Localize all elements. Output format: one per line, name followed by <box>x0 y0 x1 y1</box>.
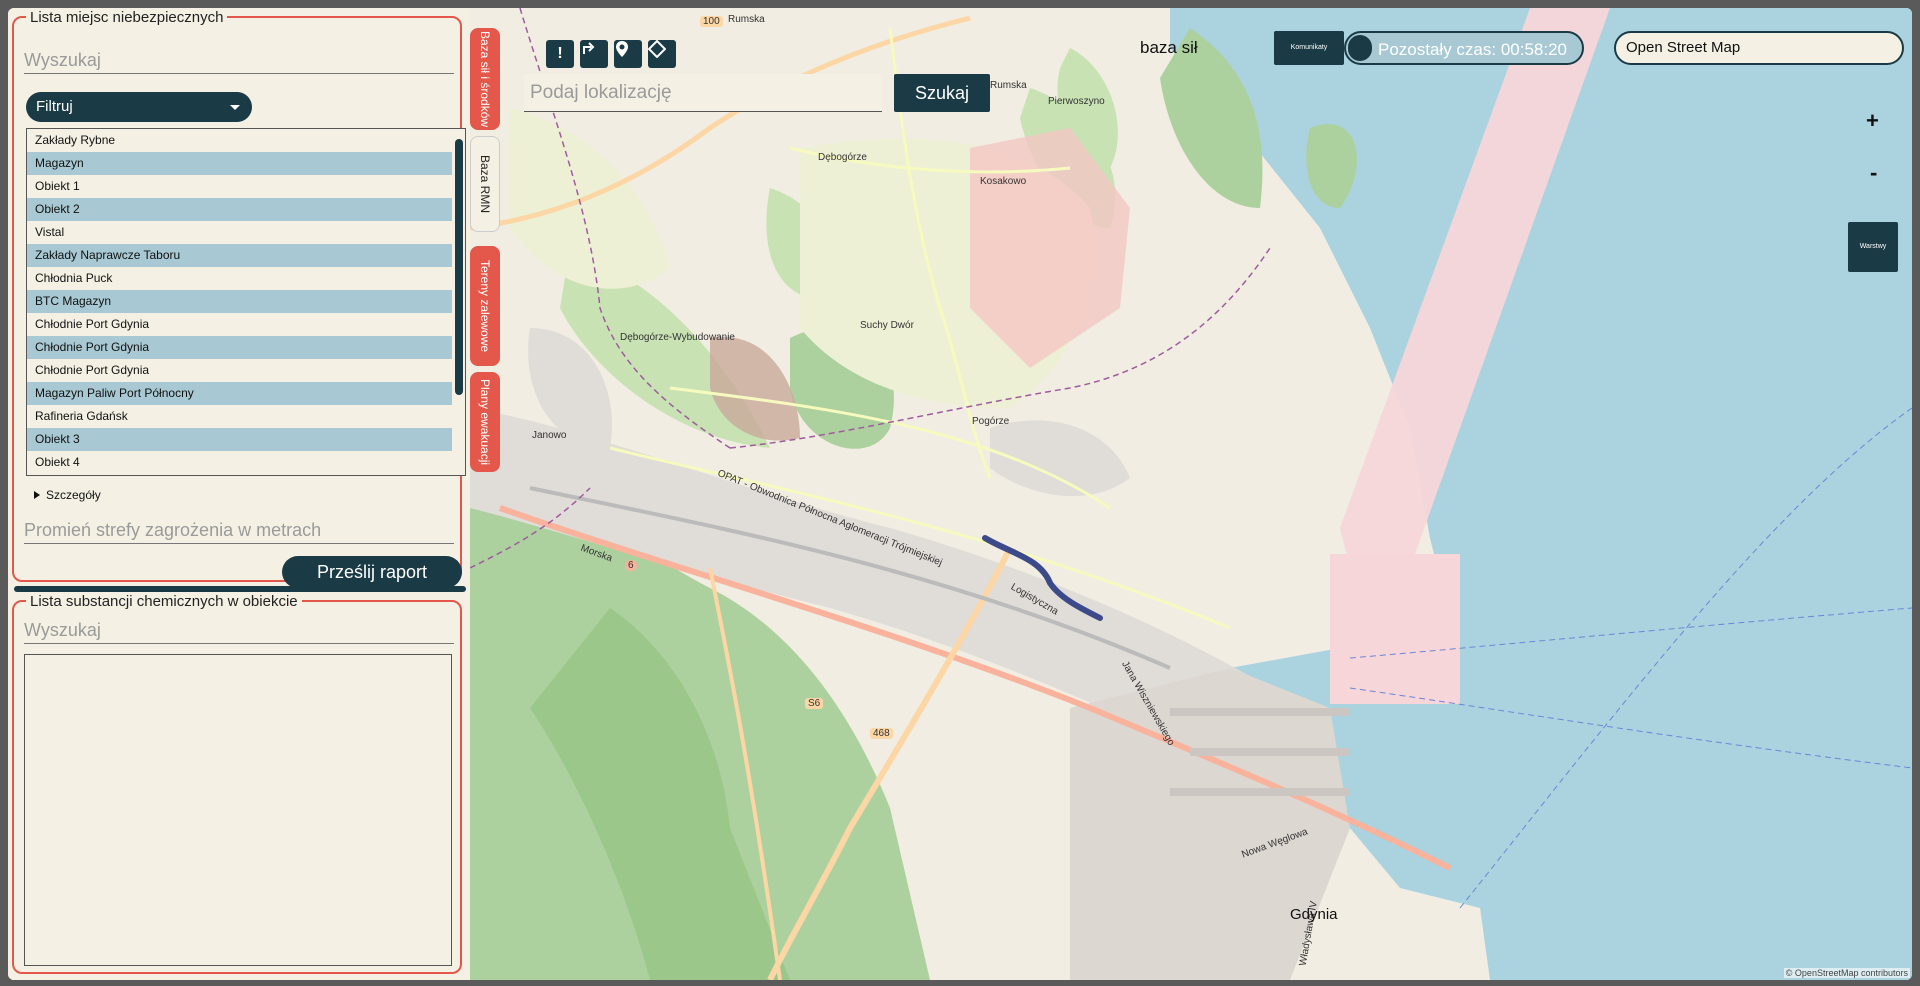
list-scrollbar[interactable] <box>455 139 463 395</box>
tab-forces-base[interactable]: Baza sił i środków <box>470 28 500 130</box>
radius-input[interactable] <box>24 518 454 544</box>
list-item[interactable]: Obiekt 2 <box>27 198 452 221</box>
route-tool-button[interactable] <box>580 40 608 68</box>
turn-right-icon <box>583 42 595 54</box>
road-shield: 468 <box>870 728 893 739</box>
layers-button[interactable]: Warstwy <box>1848 222 1898 272</box>
hazard-places-group: Lista miejsc niebezpiecznych Filtruj Zak… <box>12 9 466 588</box>
send-report-button[interactable]: Prześlij raport <box>282 556 462 588</box>
list-item[interactable]: BTC Magazyn <box>27 290 452 313</box>
tab-flood-areas[interactable]: Tereny zalewowe <box>470 246 500 366</box>
expand-triangle-icon <box>34 491 40 499</box>
filter-label: Filtruj <box>36 98 73 115</box>
list-item[interactable]: Zakłady Rybne <box>27 129 452 152</box>
hazard-places-legend: Lista miejsc niebezpiecznych <box>26 9 228 26</box>
communications-button[interactable]: Komunikaty <box>1274 31 1344 65</box>
alert-tool-button[interactable]: ! <box>546 40 574 68</box>
map-label-rumska: Rumska <box>728 14 765 25</box>
road-shield: 100 <box>700 16 723 27</box>
tab-evacuation-plans[interactable]: Plany ewakuacji <box>470 372 500 472</box>
list-item[interactable]: Magazyn Paliw Port Północny <box>27 382 452 405</box>
remaining-time-indicator: Pozostały czas: 00:58:20 <box>1344 31 1584 65</box>
map-attribution[interactable]: © OpenStreetMap contributors <box>1783 968 1910 978</box>
alert-icon: ! <box>557 45 563 62</box>
list-item[interactable]: Chłodnie Port Gdynia <box>27 313 452 336</box>
location-input[interactable] <box>524 74 882 112</box>
list-item[interactable]: Obiekt 3 <box>27 428 452 451</box>
panel-divider[interactable] <box>14 586 466 592</box>
list-item[interactable]: Chłodnia Puck <box>27 267 452 290</box>
road-shield: S6 <box>805 698 824 709</box>
map-label-debogorze: Dębogórze <box>818 152 867 163</box>
list-item[interactable]: Obiekt 1 <box>27 175 452 198</box>
details-label: Szczegóły <box>46 488 101 502</box>
list-item[interactable]: Vistal <box>27 221 452 244</box>
map-canvas <box>470 8 1912 980</box>
map-view[interactable]: Rumska Rumska Pierwoszyno Dębogórze Kosa… <box>470 8 1912 980</box>
tab-label: Tereny zalewowe <box>478 259 492 353</box>
road-shield: 6 <box>625 560 637 571</box>
tab-label: Plany ewakuacji <box>478 378 492 466</box>
places-search-input[interactable] <box>24 48 454 74</box>
timer-text: Pozostały czas: 00:58:20 <box>1378 40 1568 59</box>
app-window: Lista miejsc niebezpiecznych Filtruj Zak… <box>8 8 1912 980</box>
map-label-janowo: Janowo <box>532 430 567 441</box>
tab-label: Baza RMN <box>478 154 492 213</box>
places-list[interactable]: Zakłady Rybne Magazyn Obiekt 1 Obiekt 2 … <box>26 128 466 476</box>
marker-tool-button[interactable] <box>614 40 642 68</box>
tab-rmn-base[interactable]: Baza RMN <box>470 136 500 232</box>
map-label-debogorze-wybudowanie: Dębogórze-Wybudowanie <box>620 332 735 343</box>
list-item[interactable]: Rafineria Gdańsk <box>27 405 452 428</box>
chemicals-search-input[interactable] <box>24 618 454 644</box>
list-item[interactable]: Chłodnie Port Gdynia <box>27 359 452 382</box>
map-label-pierwoszyno: Pierwoszyno <box>1048 96 1105 107</box>
list-item[interactable]: Magazyn <box>27 152 452 175</box>
zoom-out-button[interactable]: - <box>1870 160 1877 186</box>
chemicals-legend: Lista substancji chemicznych w obiekcie <box>26 593 302 610</box>
map-label-suchy-dwor: Suchy Dwór <box>860 320 914 331</box>
list-item[interactable]: Chłodnie Port Gdynia <box>27 336 452 359</box>
chemicals-list[interactable] <box>24 654 452 966</box>
chemicals-group: Lista substancji chemicznych w obiekcie <box>12 593 462 974</box>
active-layer-title: baza sił <box>1140 38 1198 57</box>
location-search-button[interactable]: Szukaj <box>894 74 990 112</box>
diamond-icon <box>648 40 666 58</box>
tab-label: Baza sił i środków <box>478 30 492 128</box>
left-panel: Lista miejsc niebezpiecznych Filtruj Zak… <box>8 8 468 980</box>
map-pin-icon <box>616 41 628 57</box>
timer-knob <box>1348 35 1372 61</box>
filter-dropdown[interactable]: Filtruj <box>26 92 252 122</box>
details-expander[interactable]: Szczegóły <box>34 488 101 502</box>
map-label-gdynia: Gdynia <box>1290 906 1338 923</box>
chevron-down-icon <box>230 105 240 110</box>
zoom-in-button[interactable]: + <box>1866 108 1879 134</box>
map-label-kosakowo: Kosakowo <box>980 176 1027 187</box>
basemap-select[interactable]: Open Street Map <box>1614 31 1904 65</box>
area-tool-button[interactable] <box>648 40 676 68</box>
map-label-pogorze: Pogórze <box>972 416 1010 427</box>
list-item[interactable]: Obiekt 4 <box>27 451 452 474</box>
list-item[interactable]: Zakłady Naprawcze Taboru <box>27 244 452 267</box>
map-label-rumska-2: Rumska <box>990 80 1027 91</box>
